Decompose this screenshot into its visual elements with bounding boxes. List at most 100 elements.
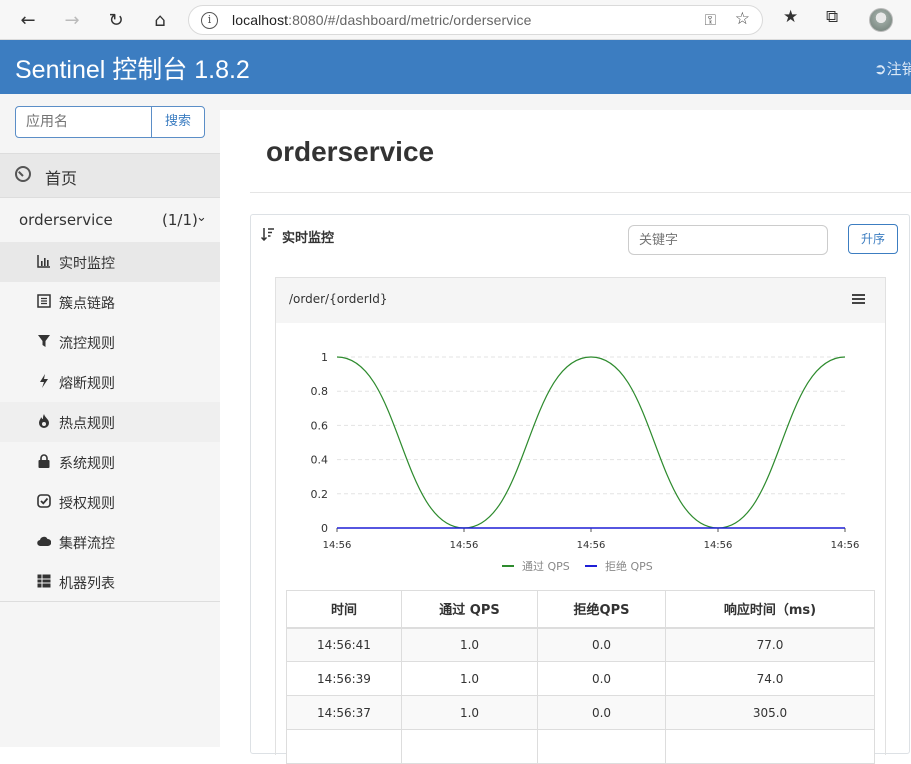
column-header-pass-qps: 通过 QPS [402,591,538,628]
sort-amount-icon [261,227,275,245]
chevron-down-icon: ⌄ [196,210,207,225]
menu-label: 集群流控 [59,533,115,553]
search-button[interactable]: 搜索 [151,106,205,138]
browser-toolbar: ← → ↻ ⌂ i localhost:8080/#/dashboard/met… [0,0,911,40]
cell-time: 14:56:37 [287,696,402,730]
cell-block-qps: 0.0 [538,696,666,730]
sidebar-item-cluster-flow[interactable]: 集群流控 [0,522,220,562]
resource-name: /order/{orderId} [289,292,388,306]
legend-label: 拒绝 QPS [605,559,653,573]
cell-pass-qps: 1.0 [402,696,538,730]
menu-label: 系统规则 [59,453,115,473]
profile-avatar[interactable] [869,8,893,32]
key-icon[interactable]: ⚿ [705,11,716,29]
chart-series [337,357,845,528]
app-menu: 实时监控 簇点链路 流控规则 熔断规则 热点规则 [0,242,220,602]
grid-icon [37,574,51,588]
resource-card-header: /order/{orderId} [276,278,885,323]
cloud-icon [37,534,51,548]
url-text[interactable]: localhost:8080/#/dashboard/metric/orders… [232,12,532,28]
lock-icon [37,454,51,468]
x-tick-label: 14:56 [323,540,352,551]
fire-icon [37,414,51,428]
y-tick-label: 0.2 [311,488,329,501]
cell-pass-qps: 1.0 [402,628,538,662]
y-tick-label: 1 [321,351,328,364]
sort-ascending-button[interactable]: 升序 [848,224,898,254]
table-row: 14:56:37 1.0 0.0 305.0 [287,696,875,730]
resource-card: /order/{orderId} 00.20.40.60.81 14:5614:… [275,277,886,755]
address-bar[interactable]: i localhost:8080/#/dashboard/metric/orde… [188,5,763,35]
logout-link[interactable]: ➲注销 [874,58,911,79]
filter-icon [37,334,51,348]
sidebar-item-machine-list[interactable]: 机器列表 [0,562,220,602]
favorites-icon[interactable]: ★ [783,7,798,27]
cell-block-qps: 0.0 [538,662,666,696]
legend-label: 通过 QPS [522,560,570,573]
keyword-input[interactable] [628,225,828,255]
app-name: orderservice [19,211,113,229]
app-machine-count: (1/1) [162,211,198,229]
dashboard-icon [15,166,31,182]
sidebar: 搜索 首页 orderservice (1/1) ⌄ 实时监控 簇点链路 流控规… [0,94,220,747]
cell-block-qps: 0.0 [538,628,666,662]
home-icon[interactable]: ⌂ [146,6,174,34]
cell-rt: 74.0 [666,662,875,696]
sidebar-app-orderservice[interactable]: orderservice (1/1) ⌄ [0,198,220,242]
table-header-row: 时间 通过 QPS 拒绝QPS 响应时间（ms) [287,591,875,628]
check-icon [37,494,51,508]
app-search-input[interactable] [15,106,152,138]
metric-table: 时间 通过 QPS 拒绝QPS 响应时间（ms) 14:56:41 1.0 0.… [286,590,875,764]
forward-icon[interactable]: → [58,6,86,34]
chart-x-ticks: 14:56 14:56 14:56 14:56 14:56 [323,528,860,551]
column-header-block-qps: 拒绝QPS [538,591,666,628]
cell-pass-qps: 1.0 [402,662,538,696]
content: orderservice 实时监控 升序 /order/{orderId} 00… [220,110,911,747]
sidebar-item-cluster-link[interactable]: 簇点链路 [0,282,220,322]
menu-label: 热点规则 [59,413,115,433]
sidebar-item-realtime-monitor[interactable]: 实时监控 [0,242,220,282]
column-header-rt: 响应时间（ms) [666,591,875,628]
sidebar-item-system-rules[interactable]: 系统规则 [0,442,220,482]
app-search: 搜索 [15,106,205,138]
collections-icon[interactable]: ⧉ [826,7,838,27]
home-label: 首页 [45,165,77,189]
menu-label: 机器列表 [59,573,115,593]
sidebar-item-param-flow-rules[interactable]: 热点规则 [0,402,220,442]
series-line [337,357,845,528]
table-row: 14:56:41 1.0 0.0 77.0 [287,628,875,662]
menu-label: 簇点链路 [59,293,115,313]
page-title: orderservice [266,136,434,168]
app-header: Sentinel 控制台 1.8.2 ➲注销 [0,40,911,94]
sidebar-item-home[interactable]: 首页 [0,153,220,198]
sidebar-item-flow-rules[interactable]: 流控规则 [0,322,220,362]
main-area: orderservice 实时监控 升序 /order/{orderId} 00… [220,94,911,747]
y-tick-label: 0.8 [311,385,329,398]
app-title: Sentinel 控制台 1.8.2 [15,50,250,86]
reload-icon[interactable]: ↻ [102,6,130,34]
cell-time: 14:56:41 [287,628,402,662]
x-tick-label: 14:56 [831,540,860,551]
list-icon [37,294,51,308]
menu-icon[interactable] [852,294,865,304]
cell-time: 14:56:39 [287,662,402,696]
sidebar-item-degrade-rules[interactable]: 熔断规则 [0,362,220,402]
chart-y-ticks: 00.20.40.60.81 [311,351,329,535]
back-icon[interactable]: ← [14,6,42,34]
chart-legend: 通过 QPS 拒绝 QPS [502,559,653,573]
site-info-icon[interactable]: i [201,12,218,29]
realtime-monitor-panel: 实时监控 升序 /order/{orderId} 00.20.40.60.81 … [250,214,910,754]
column-header-time: 时间 [287,591,402,628]
add-favorite-icon[interactable]: ☆ [735,9,750,29]
cell-rt: 305.0 [666,696,875,730]
menu-label: 熔断规则 [59,373,115,393]
menu-label: 授权规则 [59,493,115,513]
x-tick-label: 14:56 [450,540,479,551]
menu-label: 实时监控 [59,253,115,273]
flash-icon [37,374,51,388]
sidebar-item-authority-rules[interactable]: 授权规则 [0,482,220,522]
y-tick-label: 0 [321,522,328,535]
sidebar-divider [0,601,220,602]
x-tick-label: 14:56 [704,540,733,551]
x-tick-label: 14:56 [577,540,606,551]
